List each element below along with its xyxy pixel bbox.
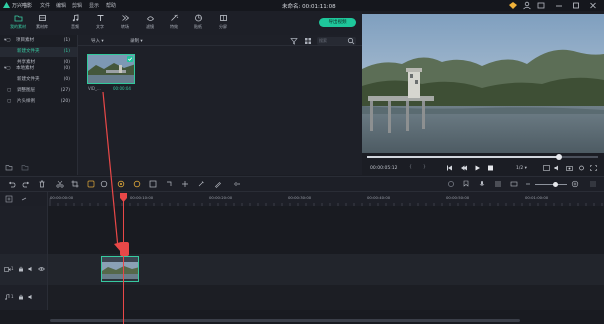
drop-cursor-indicator — [120, 242, 129, 256]
drag-arrow-annotation — [102, 91, 121, 252]
timeline-playhead[interactable] — [123, 194, 124, 324]
playhead-handle-icon[interactable] — [120, 193, 127, 202]
